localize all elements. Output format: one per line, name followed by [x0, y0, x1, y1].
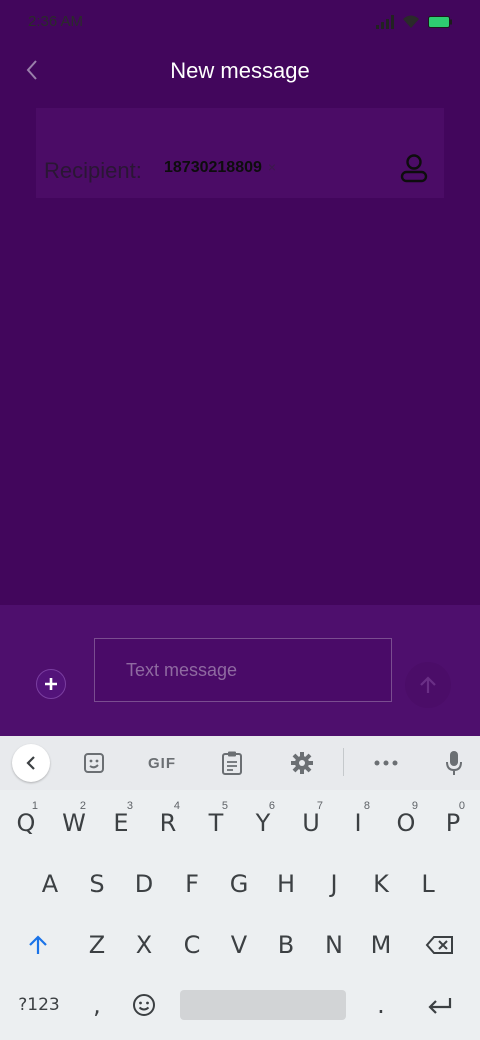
emoji-key[interactable] [122, 980, 166, 1030]
chevron-left-icon [26, 756, 35, 770]
remove-recipient-icon[interactable]: × [268, 159, 276, 175]
key-f[interactable]: F [170, 859, 214, 909]
shift-arrow-icon [29, 935, 47, 954]
key-q[interactable]: Q1 [4, 798, 48, 848]
send-button[interactable] [405, 662, 451, 708]
status-time: 2:36 AM [28, 13, 84, 30]
app-header: New message [0, 44, 480, 100]
status-icons [376, 12, 452, 32]
clipboard-button[interactable] [218, 748, 246, 778]
key-d[interactable]: D [122, 859, 166, 909]
microphone-icon [446, 751, 462, 775]
key-a[interactable]: A [28, 859, 72, 909]
key-s[interactable]: S [75, 859, 119, 909]
backspace-key[interactable] [418, 920, 462, 970]
key-t[interactable]: T5 [194, 798, 238, 848]
recipient-label: Recipient: [44, 158, 142, 183]
key-h[interactable]: H [264, 859, 308, 909]
key-e[interactable]: E3 [99, 798, 143, 848]
recipient-chip-number: 18730218809 [164, 159, 262, 176]
key-p[interactable]: P0 [431, 798, 475, 848]
shift-key[interactable] [16, 920, 60, 970]
voice-input-button[interactable] [442, 748, 466, 778]
enter-icon [428, 998, 452, 1014]
more-button[interactable] [372, 748, 400, 778]
key-n[interactable]: N [312, 920, 356, 970]
keyboard-toolbar: GIF [0, 736, 480, 790]
add-attachment-button[interactable] [36, 669, 66, 699]
emoji-icon [133, 994, 155, 1016]
key-y[interactable]: Y6 [241, 798, 285, 848]
comma-key[interactable]: , [75, 980, 119, 1030]
key-b[interactable]: B [264, 920, 308, 970]
key-k[interactable]: K [359, 859, 403, 909]
page-title: New message [170, 58, 310, 83]
keyboard: GIF Q 1 W 2 E 3 R 4 T 5 Y 6 U 7 I 8 O 9 … [0, 736, 480, 1040]
arrow-up-icon [420, 676, 436, 693]
period-key[interactable]: . [359, 980, 403, 1030]
key-o[interactable]: O9 [384, 798, 428, 848]
gif-button[interactable]: GIF [144, 748, 180, 778]
recipient-chip[interactable]: 18730218809 × [164, 159, 276, 177]
settings-button[interactable] [288, 748, 316, 778]
sticker-button[interactable] [80, 748, 108, 778]
key-c[interactable]: C [170, 920, 214, 970]
key-w[interactable]: W2 [52, 798, 96, 848]
keyboard-back-button[interactable] [12, 744, 50, 782]
key-g[interactable]: G [217, 859, 261, 909]
backspace-icon [425, 936, 453, 954]
key-u[interactable]: U7 [289, 798, 333, 848]
contact-picker-button[interactable] [398, 152, 430, 184]
key-m[interactable]: M [359, 920, 403, 970]
sticker-icon [84, 753, 104, 773]
toolbar-divider [343, 748, 344, 776]
battery-icon [428, 16, 452, 28]
plus-icon [45, 678, 57, 690]
enter-key[interactable] [418, 980, 462, 1030]
key-j[interactable]: J [312, 859, 356, 909]
symbols-key[interactable]: ?123 [14, 980, 64, 1030]
space-key[interactable] [180, 990, 346, 1020]
key-z[interactable]: Z [75, 920, 119, 970]
more-horizontal-icon [374, 760, 398, 766]
key-x[interactable]: X [122, 920, 166, 970]
signal-icon [376, 15, 394, 29]
person-icon [400, 154, 428, 183]
recipient-field[interactable]: Recipient: 18730218809 × [36, 108, 444, 198]
key-v[interactable]: V [217, 920, 261, 970]
clipboard-icon [222, 751, 242, 775]
key-i[interactable]: I8 [336, 798, 380, 848]
compose-bar: Text message [0, 605, 480, 736]
gear-icon [291, 752, 313, 774]
key-l[interactable]: L [406, 859, 450, 909]
key-r[interactable]: R4 [146, 798, 190, 848]
gif-label: GIF [148, 754, 176, 772]
status-bar: 2:36 AM [0, 0, 480, 44]
message-input[interactable]: Text message [94, 638, 392, 702]
wifi-icon [403, 15, 419, 28]
